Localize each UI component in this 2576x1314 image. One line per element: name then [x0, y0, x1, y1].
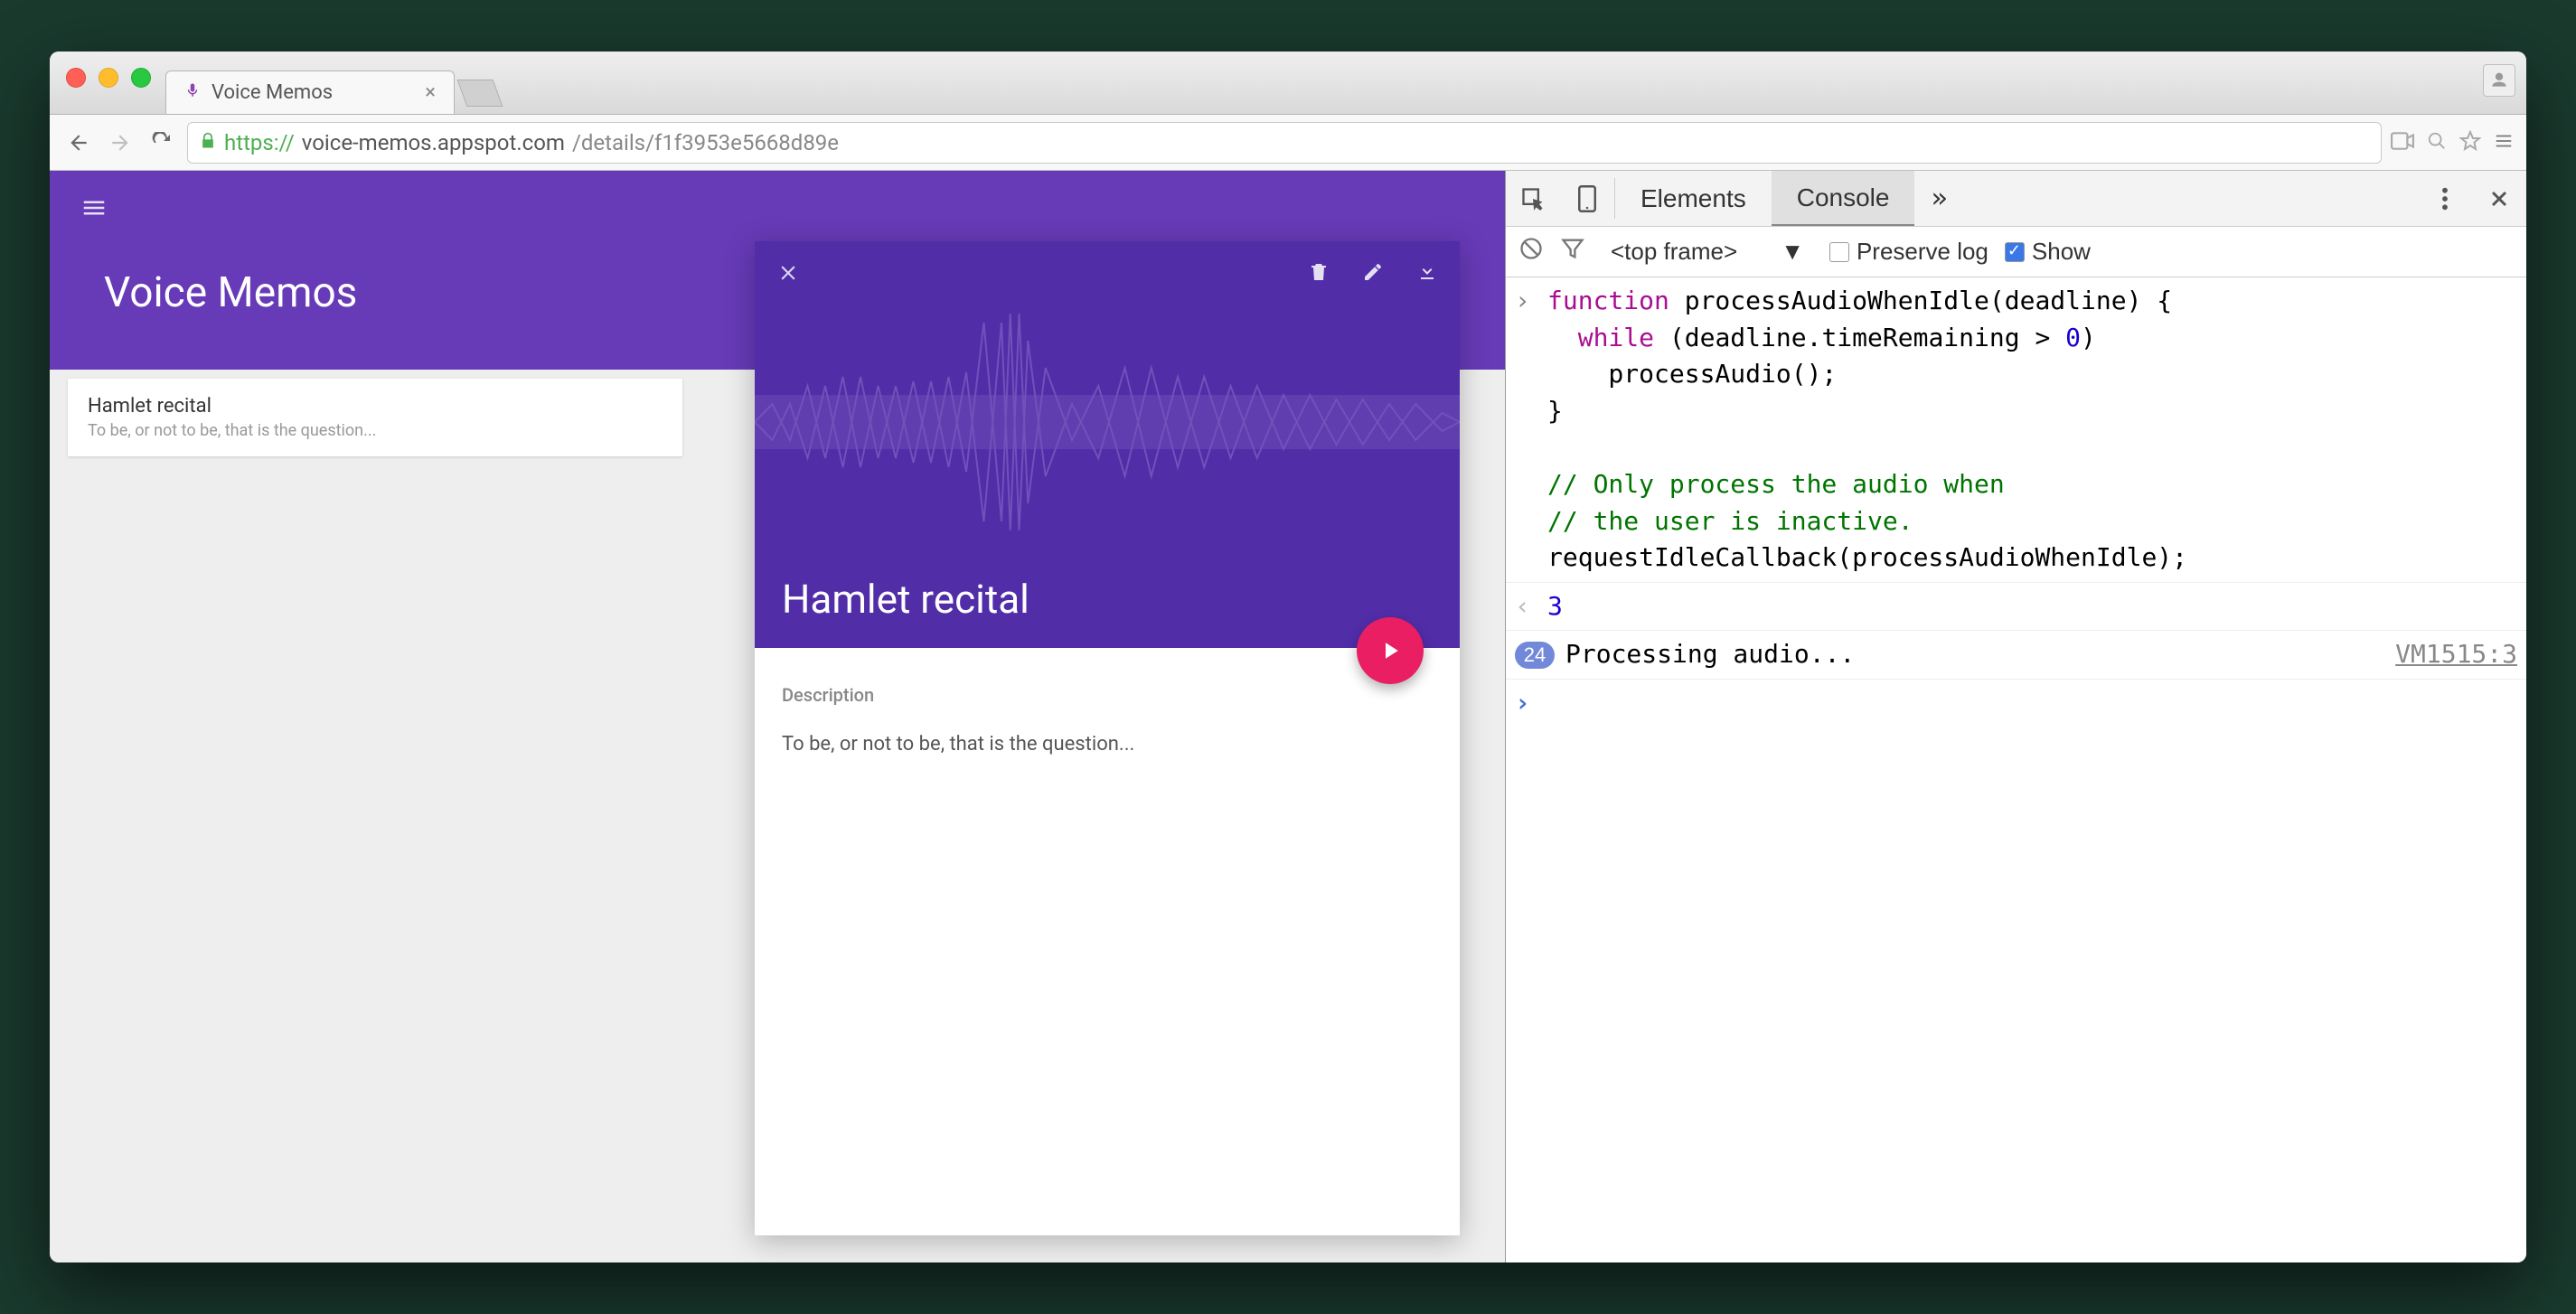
console-input-code: function processAudioWhenIdle(deadline) … [1547, 283, 2517, 577]
url-scheme: https:// [224, 130, 295, 155]
log-message: Processing audio... [1565, 636, 1855, 673]
url-bar[interactable]: https:// voice-memos.appspot.com/details/… [187, 122, 2382, 164]
toolbar-right-icons [2391, 130, 2514, 155]
tab-console[interactable]: Console [1772, 171, 1915, 226]
tab-title: Voice Memos [212, 81, 333, 104]
console-output[interactable]: › function processAudioWhenIdle(deadline… [1506, 277, 2526, 1262]
content-area: Voice Memos Hamlet recital To be, or not… [50, 171, 2526, 1262]
browser-tab[interactable]: Voice Memos × [165, 70, 455, 114]
description-text: To be, or not to be, that is the questio… [782, 733, 1433, 756]
browser-window: Voice Memos × https:// voice-memos.appspo… [50, 52, 2526, 1262]
forward-button[interactable] [104, 127, 136, 159]
filter-icon[interactable] [1560, 236, 1585, 267]
more-tabs-icon[interactable]: » [1914, 171, 1963, 226]
mic-icon [184, 81, 201, 104]
console-toolbar: <top frame> ▼ Preserve log Show [1506, 227, 2526, 277]
voice-memos-app: Voice Memos Hamlet recital To be, or not… [50, 171, 1505, 1262]
description-label: Description [782, 684, 1433, 706]
input-chevron-icon: › [1515, 283, 1547, 577]
minimize-window-button[interactable] [99, 68, 118, 88]
show-checkbox[interactable]: Show [2005, 238, 2091, 266]
prompt-chevron-icon: › [1515, 685, 1547, 722]
memo-item-title: Hamlet recital [88, 395, 663, 418]
memo-detail-panel: Hamlet recital Description To be, or not… [755, 241, 1460, 1235]
preserve-log-label: Preserve log [1857, 238, 1988, 266]
inspect-icon[interactable] [1506, 171, 1560, 226]
devtools-close-icon[interactable] [2472, 171, 2526, 226]
context-label: <top frame> [1611, 238, 1737, 266]
menu-icon[interactable] [2494, 131, 2514, 155]
checkbox-unchecked-icon [1829, 242, 1849, 262]
memo-list: Hamlet recital To be, or not to be, that… [68, 379, 682, 460]
context-selector[interactable]: <top frame> ▼ [1602, 234, 1813, 269]
play-button[interactable] [1357, 617, 1424, 684]
device-icon[interactable] [1560, 171, 1614, 226]
close-icon[interactable] [776, 261, 800, 288]
download-icon[interactable] [1416, 261, 1438, 286]
output-chevron-icon: ‹ [1515, 588, 1547, 625]
zoom-window-button[interactable] [131, 68, 151, 88]
waveform [755, 296, 1460, 549]
close-window-button[interactable] [66, 68, 86, 88]
devtools-tabs: Elements Console » [1506, 171, 2526, 227]
list-item[interactable]: Hamlet recital To be, or not to be, that… [68, 379, 682, 456]
log-source-link[interactable]: VM1515:3 [2395, 636, 2517, 673]
kebab-icon[interactable] [2418, 171, 2472, 226]
window-controls [66, 68, 151, 88]
tab-elements[interactable]: Elements [1615, 171, 1772, 226]
user-menu-button[interactable] [2483, 64, 2515, 97]
detail-body: Description To be, or not to be, that is… [755, 648, 1460, 783]
star-icon[interactable] [2459, 130, 2481, 155]
console-input[interactable] [1547, 685, 2517, 722]
url-path: /details/f1f3953e5668d89e [572, 130, 839, 155]
detail-actions [1308, 261, 1438, 286]
console-return-value: 3 [1547, 588, 2517, 625]
log-count-badge: 24 [1515, 642, 1555, 669]
browser-toolbar: https:// voice-memos.appspot.com/details/… [50, 115, 2526, 171]
chevron-down-icon: ▼ [1781, 238, 1804, 266]
camera-icon[interactable] [2391, 132, 2414, 154]
checkbox-checked-icon [2005, 242, 2025, 262]
trash-icon[interactable] [1308, 261, 1330, 286]
lock-icon [199, 130, 217, 155]
url-host: voice-memos.appspot.com [302, 130, 565, 155]
hamburger-icon[interactable] [80, 194, 108, 225]
titlebar: Voice Memos × [50, 52, 2526, 115]
preserve-log-checkbox[interactable]: Preserve log [1829, 238, 1988, 266]
new-tab-button[interactable] [457, 80, 503, 107]
show-label: Show [2032, 238, 2091, 266]
clear-console-icon[interactable] [1518, 236, 1544, 267]
detail-title: Hamlet recital [782, 576, 1029, 623]
edit-icon[interactable] [1362, 261, 1384, 286]
devtools-panel: Elements Console » [1505, 171, 2526, 1262]
tab-close-icon[interactable]: × [425, 81, 436, 104]
zoom-icon[interactable] [2427, 131, 2447, 155]
memo-item-subtitle: To be, or not to be, that is the questio… [88, 421, 663, 440]
detail-header: Hamlet recital [755, 241, 1460, 648]
back-button[interactable] [62, 127, 95, 159]
reload-button[interactable] [146, 127, 178, 159]
